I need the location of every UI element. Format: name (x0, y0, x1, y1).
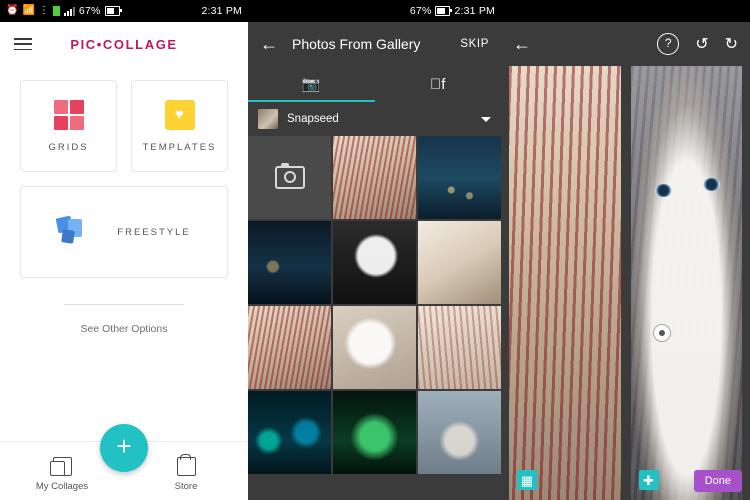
screen-home: ⏰ 📶 ⋮ 67% 2:31 PM PIC•COLLAGE GRIDS ♥ TE… (0, 0, 248, 500)
freestyle-card[interactable]: FREESTYLE (20, 186, 228, 278)
photo-supertrees[interactable] (248, 391, 331, 474)
status-bar-home: ⏰ 📶 ⋮ 67% 2:31 PM (0, 0, 248, 22)
skip-button[interactable]: SKIP (460, 38, 489, 50)
swap-icon-right[interactable]: ✚ (638, 470, 659, 490)
photo-cat-image (630, 66, 742, 500)
status-bar-gallery: 67% 2:31 PM (248, 0, 501, 22)
home-card-row: GRIDS ♥ TEMPLATES (0, 66, 248, 172)
photo-grid (248, 136, 501, 474)
arrow-left-icon[interactable]: ← (260, 34, 278, 55)
clock-home: 2:31 PM (201, 5, 242, 17)
photo-cat-in-straw[interactable] (333, 136, 416, 219)
store-icon (176, 453, 196, 476)
tab-facebook[interactable]: f (375, 66, 502, 102)
photo-night-river[interactable] (248, 221, 331, 304)
rotate-handle[interactable] (652, 324, 671, 342)
freestyle-card-label: FREESTYLE (117, 226, 191, 238)
see-other-options-link[interactable]: See Other Options (0, 323, 248, 335)
photo-cat-paw[interactable] (418, 306, 501, 389)
heart-square-icon: ♥ (164, 99, 195, 130)
home-appbar: PIC•COLLAGE (0, 22, 248, 66)
grid-squares-icon (53, 99, 84, 130)
question-circle-icon[interactable]: ? (657, 33, 680, 55)
templates-card-label: TEMPLATES (142, 141, 217, 153)
photo-white-cat[interactable] (418, 221, 501, 304)
app-brand-title: PIC•COLLAGE (70, 36, 178, 52)
clock-gallery: 2:31 PM (454, 5, 495, 17)
photo-cat-face[interactable] (333, 306, 416, 389)
gallery-source-tabs: 📷 f (248, 66, 501, 102)
photo-green-lights[interactable] (333, 391, 416, 474)
camera-tile[interactable] (248, 136, 331, 219)
add-collage-fab[interactable]: + (100, 424, 148, 472)
chevron-down-icon[interactable] (481, 116, 491, 122)
alarm-icon: ⏰ (6, 5, 19, 16)
vpn-icon: ⋮ (38, 5, 49, 16)
cat-eye-left (654, 184, 672, 197)
screen-gallery-picker: 67% 2:31 PM ← Photos From Gallery SKIP 📷… (248, 0, 501, 500)
camera-icon (274, 163, 305, 189)
photo-cat-straw-2[interactable] (248, 306, 331, 389)
screen-editor: ← ? ↺ ↻ ▦ ✚ Done (501, 0, 750, 500)
templates-card[interactable]: ♥ TEMPLATES (131, 80, 228, 172)
arrow-left-icon[interactable]: ← (513, 34, 531, 55)
wifi-icon: 📶 (22, 5, 35, 16)
store-label: Store (174, 480, 198, 492)
my-collages-label: My Collages (35, 480, 89, 492)
gallery-icon: 📷 (301, 76, 321, 93)
undo-icon[interactable]: ↺ (695, 34, 708, 54)
grids-card-label: GRIDS (48, 141, 89, 153)
battery-percent-gallery: 67% (409, 5, 432, 17)
swap-icon-left[interactable]: ▦ (517, 470, 537, 490)
photo-black-cat[interactable] (333, 221, 416, 304)
battery-percent-home: 67% (78, 5, 101, 17)
grids-card[interactable]: GRIDS (20, 80, 117, 172)
redo-icon[interactable]: ↻ (725, 34, 738, 54)
signal-icon (63, 6, 75, 16)
facebook-icon: f (430, 75, 445, 93)
done-button[interactable]: Done (693, 470, 742, 492)
sim-icon (52, 6, 60, 16)
tab-gallery[interactable]: 📷 (248, 66, 375, 102)
gallery-appbar: ← Photos From Gallery SKIP (248, 22, 501, 66)
photo-slot-right[interactable]: ✚ (630, 66, 742, 500)
photo-straw-image (509, 66, 621, 500)
page-title: Photos From Gallery (292, 36, 421, 52)
collages-icon (49, 456, 72, 476)
editor-appbar: ← ? ↺ ↻ (501, 22, 750, 66)
battery-icon-gallery (435, 6, 453, 16)
album-selector[interactable]: Snapseed (248, 102, 501, 136)
photo-slot-left[interactable]: ▦ (509, 66, 621, 500)
scattered-squares-icon (55, 215, 91, 247)
editor-canvas: ▦ ✚ (501, 66, 750, 500)
album-thumbnail (258, 109, 278, 129)
photo-dog[interactable] (418, 391, 501, 474)
photo-city-skyline[interactable] (418, 136, 501, 219)
battery-icon-home (104, 6, 122, 16)
status-bar-editor (501, 0, 750, 22)
album-name-label: Snapseed (287, 113, 339, 125)
home-divider (64, 304, 184, 305)
cat-eye-right (702, 178, 720, 191)
screenshot-root: ⏰ 📶 ⋮ 67% 2:31 PM PIC•COLLAGE GRIDS ♥ TE… (0, 0, 750, 500)
